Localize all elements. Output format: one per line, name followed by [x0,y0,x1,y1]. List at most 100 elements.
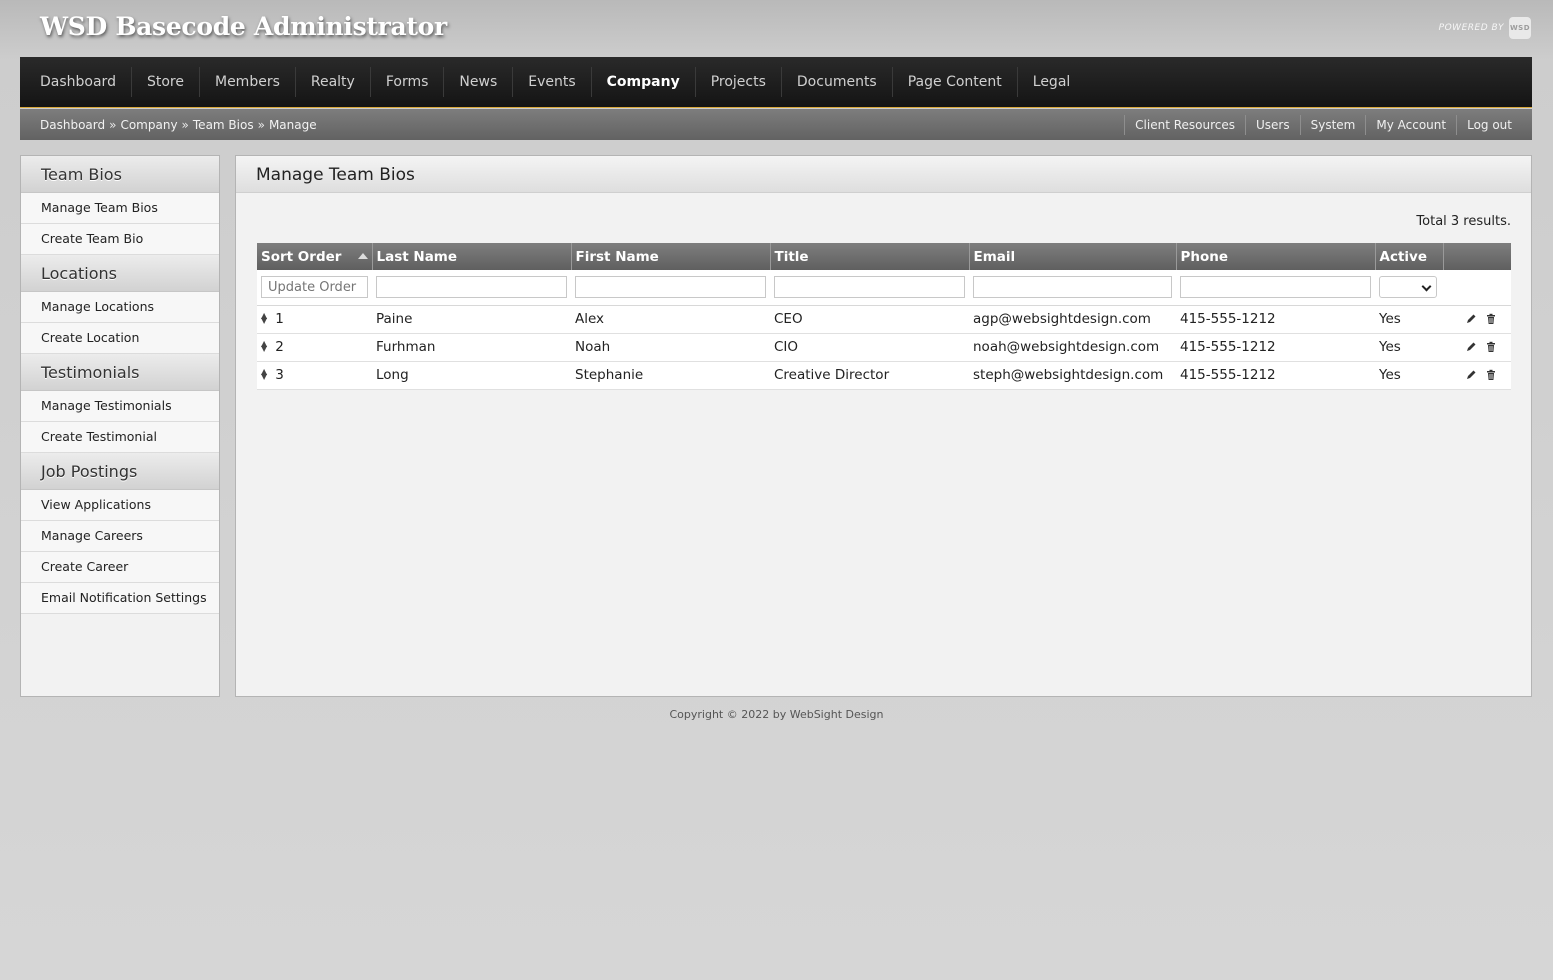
main-content: Manage Team Bios Total 3 results. Sort O… [235,155,1532,697]
column-header-phone[interactable]: Phone [1175,243,1375,270]
sidebar-heading-job-postings: Job Postings [21,453,219,490]
first-name-filter-input[interactable] [575,276,766,299]
utility-nav: Client Resources Users System My Account… [1124,114,1512,135]
phone-cell: 415-555-1212 [1176,361,1375,390]
first-name-cell: Noah [571,333,770,362]
breadcrumb-dashboard[interactable]: Dashboard [40,118,105,132]
drag-handle-icon[interactable]: ▲ ▼ [261,368,271,381]
column-header-title[interactable]: Title [769,243,969,270]
nav-item-legal[interactable]: Legal [1016,67,1086,97]
nav-item-store[interactable]: Store [130,67,199,97]
pencil-icon[interactable] [1465,313,1477,325]
nav-item-members[interactable]: Members [198,67,295,97]
breadcrumb-company[interactable]: Company [120,118,177,132]
breadcrumb-separator: » [181,117,189,132]
system-link[interactable]: System [1299,114,1366,135]
footer-copyright: Copyright © 2022 by WebSight Design [669,708,884,721]
table-header-row: Sort Order Last Name First Name Title Em… [257,243,1511,270]
nav-item-realty[interactable]: Realty [294,67,370,97]
phone-filter-input[interactable] [1180,276,1371,299]
app-title: WSD Basecode Administrator [40,12,447,41]
active-cell: Yes [1375,361,1443,390]
title-cell: CEO [770,305,969,334]
breadcrumb-team-bios[interactable]: Team Bios [193,118,254,132]
column-header-first-name[interactable]: First Name [570,243,770,270]
active-filter-select[interactable] [1379,276,1437,299]
sidebar-heading-locations: Locations [21,255,219,292]
title-filter-input[interactable] [774,276,965,299]
sidebar-item-manage-careers[interactable]: Manage Careers [21,521,219,552]
breadcrumb-separator: » [257,117,265,132]
table-row: ▲ ▼ 2 Furhman Noah CIO noah@websightdesig… [257,333,1511,362]
last-name-cell: Paine [372,305,571,334]
first-name-cell: Alex [571,305,770,334]
row-actions [1447,313,1511,325]
table-row: ▲ ▼ 1 Paine Alex CEO agp@websightdesign.c… [257,305,1511,334]
sidebar-item-create-career[interactable]: Create Career [21,552,219,583]
sidebar-item-view-applications[interactable]: View Applications [21,490,219,521]
trash-icon[interactable] [1485,341,1497,353]
filter-empty-cell [1443,270,1511,306]
title-cell: Creative Director [770,361,969,390]
main-nav: Dashboard Store Members Realty Forms New… [20,57,1532,108]
sort-order-value: 3 [275,367,284,383]
active-cell: Yes [1375,305,1443,334]
update-order-button[interactable] [261,276,368,299]
breadcrumb-separator: » [109,117,117,132]
last-name-filter-input[interactable] [376,276,567,299]
column-header-sort-order[interactable]: Sort Order [257,243,372,270]
breadcrumb-manage: Manage [268,117,317,132]
phone-cell: 415-555-1212 [1176,333,1375,362]
row-actions [1447,341,1511,353]
client-resources-link[interactable]: Client Resources [1124,114,1245,135]
results-total: Total 3 results. [1416,214,1511,229]
sort-ascending-icon [357,253,368,259]
trash-icon[interactable] [1485,313,1497,325]
drag-handle-icon[interactable]: ▲ ▼ [261,312,271,325]
sidebar-heading-testimonials: Testimonials [21,354,219,391]
page-title: Manage Team Bios [236,156,1531,193]
nav-item-events[interactable]: Events [512,67,590,97]
sidebar-item-email-notification-settings[interactable]: Email Notification Settings [21,583,219,614]
pencil-icon[interactable] [1465,341,1477,353]
active-cell: Yes [1375,333,1443,362]
sidebar-item-manage-team-bios[interactable]: Manage Team Bios [21,193,219,224]
sub-nav-bar: Dashboard » Company » Team Bios » Manage… [20,109,1532,140]
log-out-link[interactable]: Log out [1456,114,1512,135]
column-header-active[interactable]: Active [1374,243,1443,270]
filter-row [257,270,1511,306]
wsd-logo-badge: WSD [1509,17,1531,39]
email-filter-input[interactable] [973,276,1172,299]
powered-by[interactable]: POWERED BY WSD [1439,17,1531,39]
my-account-link[interactable]: My Account [1365,114,1456,135]
sidebar-item-create-testimonial[interactable]: Create Testimonial [21,422,219,453]
sidebar-item-manage-testimonials[interactable]: Manage Testimonials [21,391,219,422]
nav-item-forms[interactable]: Forms [369,67,444,97]
nav-item-company[interactable]: Company [590,67,695,97]
users-link[interactable]: Users [1245,114,1300,135]
sort-order-value: 2 [275,339,284,355]
title-cell: CIO [770,333,969,362]
nav-item-news[interactable]: News [443,67,512,97]
trash-icon[interactable] [1485,369,1497,381]
column-header-last-name[interactable]: Last Name [371,243,571,270]
sidebar-heading-team-bios: Team Bios [21,156,219,193]
column-header-email[interactable]: Email [968,243,1176,270]
sidebar-item-create-team-bio[interactable]: Create Team Bio [21,224,219,255]
sidebar-item-create-location[interactable]: Create Location [21,323,219,354]
last-name-cell: Furhman [372,333,571,362]
sidebar-item-manage-locations[interactable]: Manage Locations [21,292,219,323]
nav-item-projects[interactable]: Projects [694,67,781,97]
last-name-cell: Long [372,361,571,390]
powered-by-label: POWERED BY [1438,23,1504,33]
sort-order-value: 1 [275,311,284,327]
nav-item-page-content[interactable]: Page Content [891,67,1017,97]
pencil-icon[interactable] [1465,369,1477,381]
phone-cell: 415-555-1212 [1176,305,1375,334]
nav-item-dashboard[interactable]: Dashboard [25,67,131,97]
nav-item-documents[interactable]: Documents [780,67,892,97]
row-actions [1447,369,1511,381]
table-row: ▲ ▼ 3 Long Stephanie Creative Director st… [257,361,1511,390]
drag-handle-icon[interactable]: ▲ ▼ [261,340,271,353]
team-bios-table: Sort Order Last Name First Name Title Em… [257,243,1511,390]
